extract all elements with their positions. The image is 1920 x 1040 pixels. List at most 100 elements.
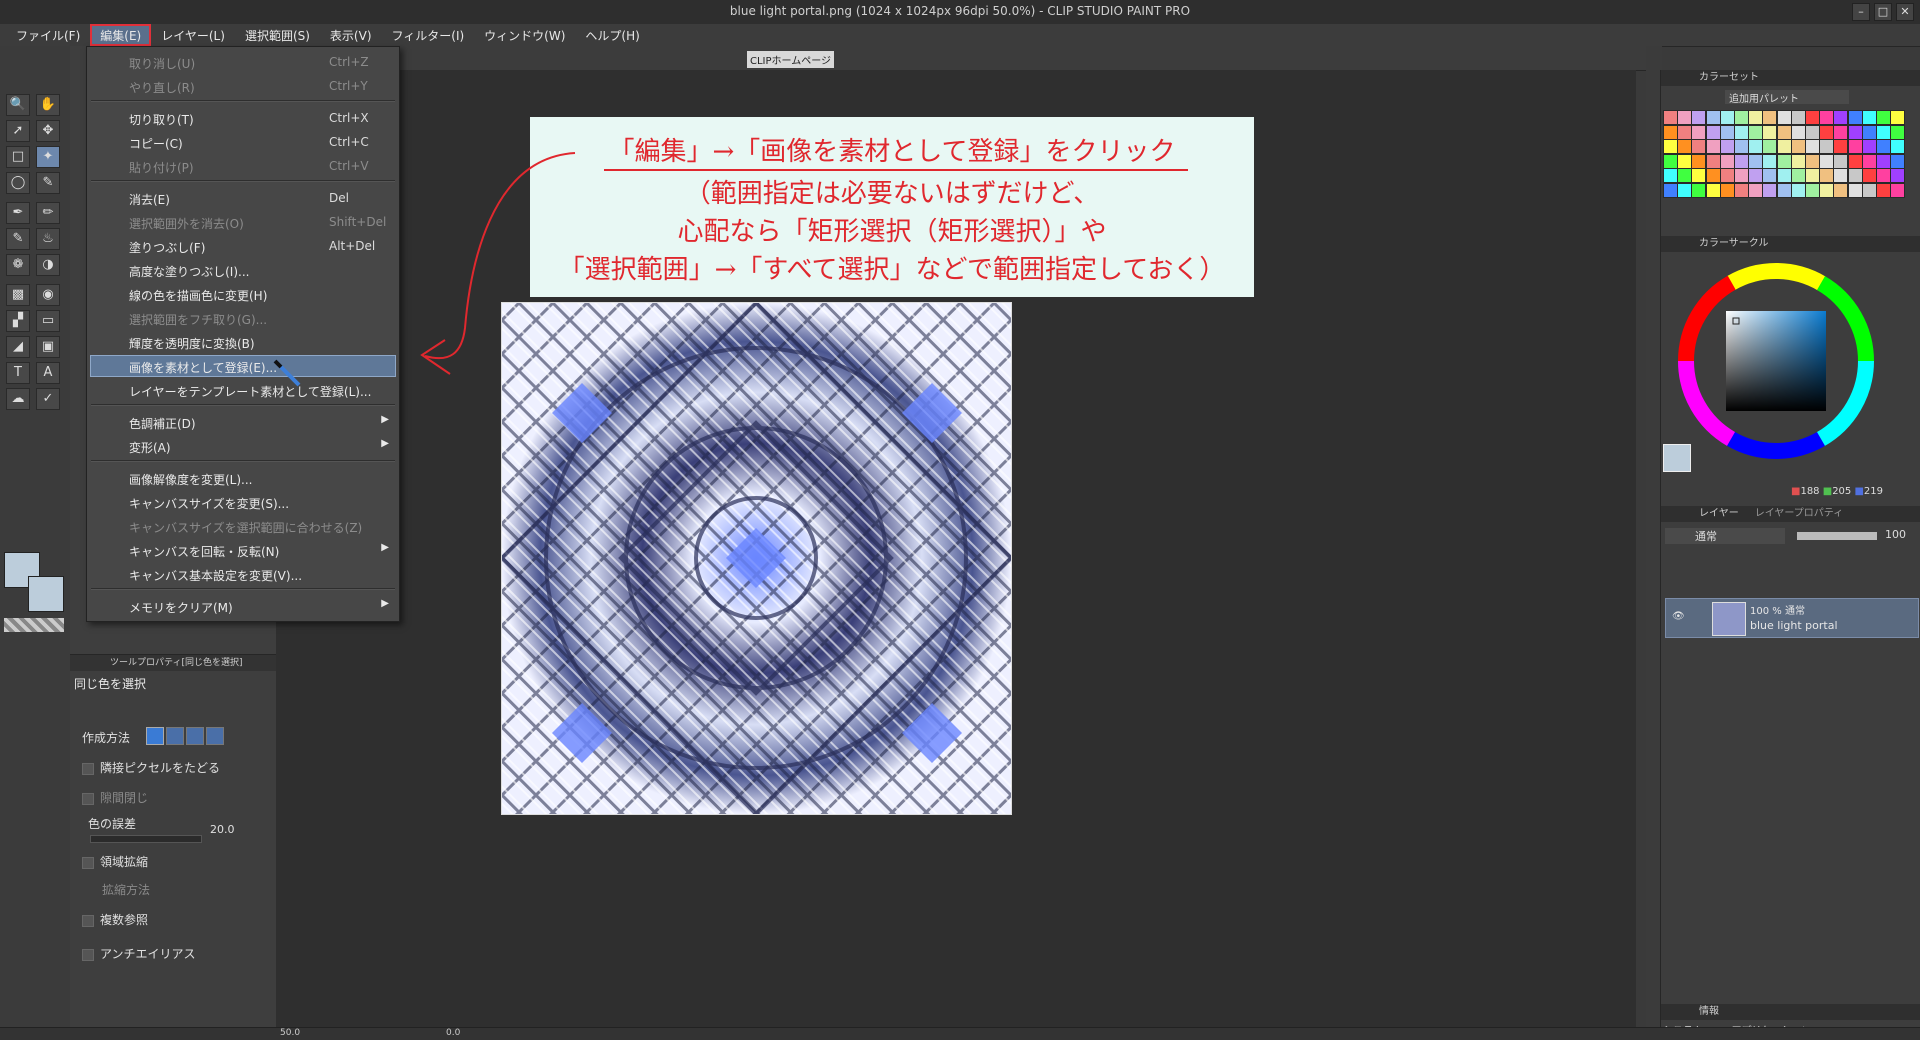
- color-swatch[interactable]: [1847, 182, 1863, 198]
- color-swatch[interactable]: [1790, 110, 1806, 125]
- color-circle-tab[interactable]: カラーサークル: [1661, 236, 1920, 252]
- color-swatch[interactable]: [1663, 110, 1678, 125]
- multiple-refer-checkbox[interactable]: [82, 914, 94, 927]
- color-swatch[interactable]: [1734, 124, 1749, 140]
- color-swatch[interactable]: [1705, 110, 1721, 125]
- ruler-icon[interactable]: ◢: [6, 336, 30, 358]
- blend-icon[interactable]: ◑: [36, 254, 60, 276]
- color-swatch[interactable]: [1805, 139, 1820, 154]
- menu-view[interactable]: 表示(V): [320, 24, 382, 46]
- color-swatch[interactable]: [1847, 110, 1863, 125]
- gradient-icon[interactable]: ▞: [6, 310, 30, 332]
- color-swatch[interactable]: [1705, 182, 1721, 198]
- close-icon[interactable]: ✕: [1896, 3, 1914, 21]
- color-swatch[interactable]: [1890, 110, 1906, 125]
- color-swatch[interactable]: [1748, 139, 1764, 154]
- menu-help[interactable]: ヘルプ(H): [575, 24, 649, 46]
- hand-tool-icon[interactable]: ✋: [36, 94, 60, 116]
- intersect-selection-icon[interactable]: [206, 727, 224, 745]
- fill-icon[interactable]: ◉: [36, 284, 60, 306]
- color-wheel[interactable]: [1671, 256, 1881, 466]
- edit-menu-item[interactable]: 画像を素材として登録(E)...: [90, 355, 396, 377]
- color-swatch[interactable]: [1748, 124, 1764, 140]
- color-swatch[interactable]: [1734, 168, 1749, 183]
- color-swatch[interactable]: [1677, 153, 1693, 169]
- edit-menu-item[interactable]: キャンバスを回転・反転(N) ▶: [91, 540, 395, 560]
- color-swatch[interactable]: [1691, 139, 1707, 154]
- color-swatch[interactable]: [1705, 153, 1721, 169]
- layer-row[interactable]: 👁 100 % 通常 blue light portal: [1665, 598, 1919, 638]
- color-swatch[interactable]: [1762, 168, 1778, 183]
- pen-icon[interactable]: ✒: [6, 202, 30, 224]
- color-swatch[interactable]: [1819, 182, 1835, 198]
- menu-edit[interactable]: 編集(E): [90, 24, 152, 46]
- edit-menu-item[interactable]: 線の色を描画色に変更(H): [91, 284, 395, 304]
- color-swatch[interactable]: [1663, 153, 1678, 169]
- color-tolerance-slider[interactable]: [90, 835, 202, 843]
- clip-homepage-button[interactable]: CLIPホームページ: [747, 51, 835, 68]
- color-swatch[interactable]: [1805, 182, 1820, 198]
- color-swatch[interactable]: [1790, 124, 1806, 140]
- color-swatch[interactable]: [1663, 139, 1678, 154]
- menu-layer[interactable]: レイヤー(L): [151, 24, 235, 46]
- color-swatch[interactable]: [1833, 139, 1849, 154]
- palette-select[interactable]: 追加用パレット: [1725, 90, 1849, 105]
- color-swatch[interactable]: [1776, 124, 1792, 140]
- color-swatch[interactable]: [1833, 168, 1849, 183]
- color-swatch[interactable]: [1663, 168, 1678, 183]
- multiple-refer-option[interactable]: 複数参照: [82, 911, 148, 928]
- color-swatch[interactable]: [1719, 153, 1735, 169]
- color-swatch[interactable]: [1776, 110, 1792, 125]
- color-swatch[interactable]: [1691, 124, 1707, 140]
- color-swatch[interactable]: [1691, 153, 1707, 169]
- color-swatch[interactable]: [1705, 168, 1721, 183]
- edit-menu-item[interactable]: 消去(E) Del: [91, 188, 395, 208]
- color-swatch[interactable]: [1890, 124, 1906, 140]
- sub-color-swatch[interactable]: [28, 576, 64, 612]
- color-swatch[interactable]: [1847, 139, 1863, 154]
- color-swatch[interactable]: [1677, 110, 1693, 125]
- opacity-slider[interactable]: [1797, 532, 1877, 540]
- color-swatch[interactable]: [1691, 110, 1707, 125]
- adjacent-pixels-option[interactable]: 隣接ピクセルをたどる: [82, 759, 220, 776]
- zoom-value[interactable]: 50.0: [280, 1028, 300, 1038]
- subtract-selection-icon[interactable]: [186, 727, 204, 745]
- area-scaling-checkbox[interactable]: [82, 856, 94, 869]
- color-swatch[interactable]: [1677, 124, 1693, 140]
- adjacent-pixels-checkbox[interactable]: [82, 762, 94, 775]
- menu-filter[interactable]: フィルター(I): [382, 24, 475, 46]
- color-swatch[interactable]: [1876, 139, 1891, 154]
- frame-icon[interactable]: ▣: [36, 336, 60, 358]
- color-swatch[interactable]: [1691, 168, 1707, 183]
- antialias-option[interactable]: アンチエイリアス: [82, 945, 196, 962]
- color-swatch[interactable]: [1876, 124, 1891, 140]
- add-selection-icon[interactable]: [166, 727, 184, 745]
- color-swatch[interactable]: [1762, 110, 1778, 125]
- edit-menu-item[interactable]: キャンバス基本設定を変更(V)...: [91, 564, 395, 584]
- color-swatch[interactable]: [1819, 168, 1835, 183]
- color-swatch[interactable]: [1776, 168, 1792, 183]
- current-color-swatch[interactable]: [1663, 444, 1691, 472]
- color-swatch[interactable]: [1890, 139, 1906, 154]
- color-swatch[interactable]: [1876, 110, 1891, 125]
- edit-menu-item[interactable]: キャンバスサイズを変更(S)...: [91, 492, 395, 512]
- edit-menu-item[interactable]: 高度な塗りつぶし(I)...: [91, 260, 395, 280]
- color-swatch[interactable]: [1734, 153, 1749, 169]
- color-swatch[interactable]: [1861, 153, 1877, 169]
- color-swatch[interactable]: [1762, 182, 1778, 198]
- edit-menu-item[interactable]: 画像解像度を変更(L)...: [91, 468, 395, 488]
- color-swatch[interactable]: [1734, 110, 1749, 125]
- text-a-icon[interactable]: A: [36, 362, 60, 384]
- color-swatch[interactable]: [1819, 124, 1835, 140]
- color-swatch[interactable]: [1876, 168, 1891, 183]
- color-swatch[interactable]: [1833, 153, 1849, 169]
- color-swatch[interactable]: [1748, 168, 1764, 183]
- selection-tool-icon[interactable]: □: [6, 146, 30, 168]
- color-swatch[interactable]: [1790, 168, 1806, 183]
- color-swatch[interactable]: [1719, 124, 1735, 140]
- eyedropper-icon[interactable]: ✎: [36, 172, 60, 194]
- transparent-color-swatch[interactable]: [4, 618, 64, 632]
- blend-mode-select[interactable]: 通常: [1665, 528, 1785, 544]
- color-swatch[interactable]: [1861, 110, 1877, 125]
- edit-menu-item[interactable]: レイヤーをテンプレート素材として登録(L)...: [91, 380, 395, 400]
